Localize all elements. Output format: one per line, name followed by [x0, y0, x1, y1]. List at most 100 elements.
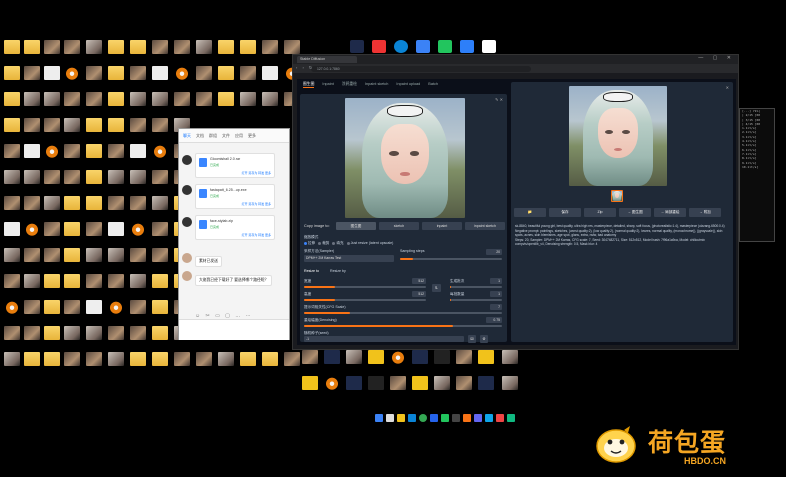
folder-icon[interactable]: [260, 352, 280, 378]
image-file-icon[interactable]: [172, 40, 192, 66]
app-icon[interactable]: [485, 414, 493, 422]
input-image[interactable]: [345, 98, 465, 218]
send-to-extras-button[interactable]: → 附加: [689, 208, 721, 217]
image-file-icon[interactable]: [22, 326, 42, 352]
app-icon[interactable]: [300, 350, 320, 376]
blender-icon[interactable]: [62, 66, 82, 92]
app-icon[interactable]: [500, 376, 520, 402]
image-file-icon[interactable]: [216, 352, 236, 378]
resize-mode-0[interactable]: 拉伸: [308, 241, 315, 245]
copy-to-inpaint-sketch-button[interactable]: inpaint sketch: [465, 222, 505, 230]
folder-icon[interactable]: [106, 66, 126, 92]
blender-icon[interactable]: [2, 300, 22, 326]
tab-sketch[interactable]: 涂鸦重绘: [342, 82, 357, 88]
document-icon[interactable]: [42, 66, 62, 92]
image-file-icon[interactable]: [62, 326, 82, 352]
document-icon[interactable]: [128, 144, 148, 170]
folder-icon[interactable]: [42, 326, 62, 352]
image-file-icon[interactable]: [150, 196, 170, 222]
folder-icon[interactable]: [2, 118, 22, 144]
sampling-method-select[interactable]: DPM++ 2M Karras Test: [304, 255, 394, 262]
image-file-icon[interactable]: [84, 352, 104, 378]
batch-size-slider[interactable]: [450, 299, 502, 301]
document-icon[interactable]: [22, 144, 42, 170]
folder-icon[interactable]: [128, 352, 148, 378]
app-icon[interactable]: [300, 376, 320, 402]
image-file-icon[interactable]: [194, 66, 214, 92]
app-icon[interactable]: [496, 414, 504, 422]
app-icon[interactable]: [366, 376, 386, 402]
image-file-icon[interactable]: [22, 274, 42, 300]
image-file-icon[interactable]: [282, 352, 302, 378]
page-icon[interactable]: [482, 40, 496, 53]
image-file-icon[interactable]: [62, 118, 82, 144]
image-file-icon[interactable]: [172, 352, 192, 378]
image-file-icon[interactable]: [62, 352, 82, 378]
image-file-icon[interactable]: [106, 352, 126, 378]
tab-inpaint-sketch[interactable]: Inpaint sketch: [365, 82, 388, 88]
image-tools[interactable]: ✎ ✕: [495, 97, 503, 102]
pdf-icon[interactable]: [372, 40, 386, 53]
app-icon[interactable]: [507, 414, 515, 422]
start-icon[interactable]: [375, 414, 383, 422]
image-file-icon[interactable]: [2, 144, 22, 170]
image-file-icon[interactable]: [84, 40, 104, 66]
resize-to-tab[interactable]: Resize to: [304, 269, 319, 273]
app-icon[interactable]: [474, 414, 482, 422]
file-actions[interactable]: 打开 另存为 转发 更多: [241, 171, 271, 175]
file-actions[interactable]: 打开 另存为 转发 更多: [241, 202, 271, 206]
url-input[interactable]: 127.0.0.1:7860: [311, 65, 531, 72]
folder-icon[interactable]: [150, 352, 170, 378]
image-file-icon[interactable]: [62, 300, 82, 326]
image-file-icon[interactable]: [84, 248, 104, 274]
folder-icon[interactable]: [62, 274, 82, 300]
send-to-inpaint-button[interactable]: → 局部重绘: [654, 208, 686, 217]
close-icon[interactable]: ✕: [726, 85, 729, 90]
image-file-icon[interactable]: [62, 144, 82, 170]
folder-icon[interactable]: [128, 40, 148, 66]
batch-count-slider[interactable]: [450, 286, 502, 288]
image-file-icon[interactable]: [22, 92, 42, 118]
resize-mode-2[interactable]: 填充: [336, 241, 343, 245]
zip-button[interactable]: Zip: [584, 208, 616, 217]
people-icon[interactable]: [460, 40, 474, 53]
photoshop-icon[interactable]: [410, 350, 430, 376]
tab-inpaint[interactable]: Inpaint: [322, 82, 333, 88]
image-file-icon[interactable]: [84, 92, 104, 118]
send-to-img2img-button[interactable]: → 图生图: [619, 208, 651, 217]
image-file-icon[interactable]: [22, 248, 42, 274]
folder-icon[interactable]: [150, 274, 170, 300]
tab-inpaint-upload[interactable]: Inpaint upload: [396, 82, 420, 88]
width-input[interactable]: 512: [412, 278, 426, 284]
folder-icon[interactable]: [42, 300, 62, 326]
photoshop-icon[interactable]: [350, 40, 364, 53]
image-file-icon[interactable]: [128, 196, 148, 222]
image-file-icon[interactable]: [150, 248, 170, 274]
resize-by-tab[interactable]: Resize by: [330, 269, 346, 273]
folder-button[interactable]: 📁: [514, 208, 546, 217]
chat-tab-5[interactable]: 更多: [248, 133, 256, 139]
chat-tab-4[interactable]: 应用: [235, 133, 243, 139]
image-file-icon[interactable]: [2, 274, 22, 300]
avatar[interactable]: [182, 271, 192, 281]
document-icon[interactable]: [106, 222, 126, 248]
image-file-icon[interactable]: [128, 300, 148, 326]
image-file-icon[interactable]: [2, 196, 22, 222]
denoise-input[interactable]: 0.75: [486, 317, 502, 323]
batch-count-input[interactable]: 1: [490, 278, 502, 284]
folder-icon[interactable]: [2, 92, 22, 118]
folder-icon[interactable]: [2, 40, 22, 66]
radio-icon[interactable]: [332, 241, 336, 245]
photoshop-icon[interactable]: [344, 376, 364, 402]
image-file-icon[interactable]: [106, 170, 126, 196]
terminal-icon[interactable]: [452, 414, 460, 422]
image-file-icon[interactable]: [106, 196, 126, 222]
blender-icon[interactable]: [172, 66, 192, 92]
image-file-icon[interactable]: [84, 326, 104, 352]
blender-icon[interactable]: [322, 376, 342, 402]
image-file-icon[interactable]: [42, 118, 62, 144]
chat-tab-1[interactable]: 文档: [196, 133, 204, 139]
document-icon[interactable]: [260, 66, 280, 92]
app-icon[interactable]: [432, 350, 452, 376]
image-file-icon[interactable]: [150, 92, 170, 118]
